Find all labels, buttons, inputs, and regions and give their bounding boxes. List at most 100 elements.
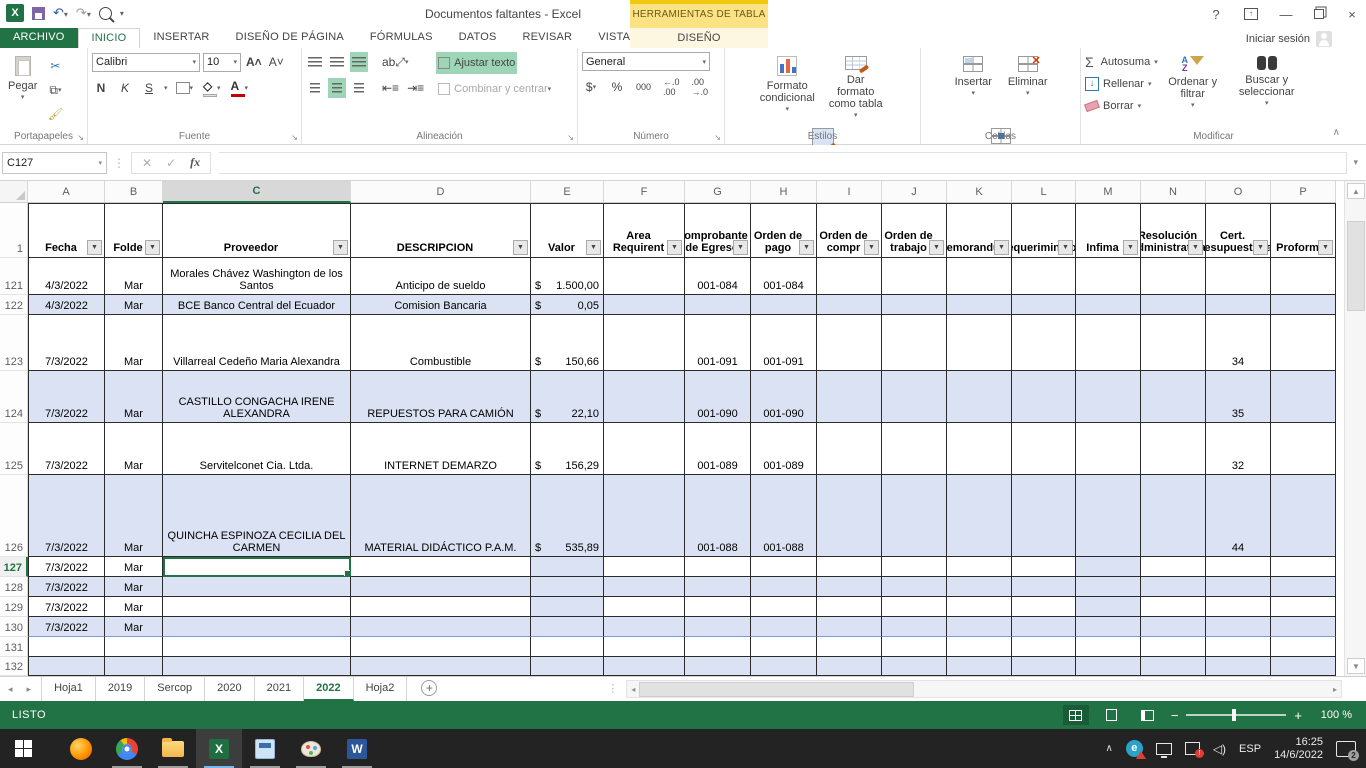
format-painter-icon[interactable]: 🖌	[46, 104, 65, 124]
cell-G121[interactable]: 001-084	[685, 258, 751, 295]
cell-D121[interactable]: Anticipo de sueldo	[351, 258, 531, 295]
cell-G126[interactable]: 001-088	[685, 475, 751, 557]
cell-C132[interactable]	[163, 657, 351, 676]
column-header-M[interactable]: M	[1076, 181, 1141, 203]
cell-B129[interactable]: Mar	[105, 597, 163, 617]
filter-dropdown-icon[interactable]: ▼	[586, 240, 601, 255]
zoom-slider-thumb[interactable]	[1232, 709, 1236, 721]
cell-P124[interactable]	[1271, 371, 1336, 423]
cell-M123[interactable]	[1076, 315, 1141, 371]
row-header-121[interactable]: 121	[0, 258, 28, 295]
filter-dropdown-icon[interactable]: ▼	[929, 240, 944, 255]
cell-O132[interactable]	[1206, 657, 1271, 676]
header-cell-J[interactable]: Orden de trabajo▼	[882, 203, 947, 258]
cell-M132[interactable]	[1076, 657, 1141, 676]
cell-L128[interactable]	[1012, 577, 1076, 597]
cell-M128[interactable]	[1076, 577, 1141, 597]
enter-icon[interactable]: ✓	[166, 156, 176, 170]
cell-H125[interactable]: 001-089	[751, 423, 817, 475]
row-header-1[interactable]: 1	[0, 203, 28, 258]
row-header-130[interactable]: 130	[0, 617, 28, 637]
clipboard-dialog-launcher[interactable]: ↘	[77, 133, 84, 142]
tab-diseno-tabla[interactable]: DISEÑO	[664, 29, 733, 44]
font-size-select[interactable]: 10▾	[203, 53, 241, 72]
cell-A131[interactable]	[28, 637, 105, 657]
cell-C126[interactable]: QUINCHA ESPINOZA CECILIA DEL CARMEN	[163, 475, 351, 557]
cell-O124[interactable]: 35	[1206, 371, 1271, 423]
taskbar-calculator[interactable]	[242, 729, 288, 768]
cell-G128[interactable]	[685, 577, 751, 597]
tab-inicio[interactable]: INICIO	[78, 28, 141, 48]
filter-dropdown-icon[interactable]: ▼	[87, 240, 102, 255]
cell-G124[interactable]: 001-090	[685, 371, 751, 423]
cell-L129[interactable]	[1012, 597, 1076, 617]
column-header-A[interactable]: A	[28, 181, 105, 203]
cell-N121[interactable]	[1141, 258, 1206, 295]
cell-D128[interactable]	[351, 577, 531, 597]
cell-G132[interactable]	[685, 657, 751, 676]
volume-icon[interactable]: ◁)	[1213, 742, 1226, 756]
column-header-G[interactable]: G	[685, 181, 751, 203]
cell-A132[interactable]	[28, 657, 105, 676]
cell-C125[interactable]: Servitelconet Cia. Ltda.	[163, 423, 351, 475]
header-cell-D[interactable]: DESCRIPCION▼	[351, 203, 531, 258]
cell-M125[interactable]	[1076, 423, 1141, 475]
align-right-icon[interactable]	[350, 78, 368, 98]
cell-P126[interactable]	[1271, 475, 1336, 557]
cell-E123[interactable]: $150,66	[531, 315, 604, 371]
cell-N131[interactable]	[1141, 637, 1206, 657]
zoom-level[interactable]: 100 %	[1312, 709, 1352, 721]
number-format-select[interactable]: General▾	[582, 52, 710, 71]
taskbar-paint[interactable]	[288, 729, 334, 768]
cell-N126[interactable]	[1141, 475, 1206, 557]
cell-B132[interactable]	[105, 657, 163, 676]
expand-formula-bar-icon[interactable]: ▾	[1353, 157, 1358, 168]
cell-J129[interactable]	[882, 597, 947, 617]
cell-M131[interactable]	[1076, 637, 1141, 657]
cell-N129[interactable]	[1141, 597, 1206, 617]
cell-A127[interactable]: 7/3/2022	[28, 557, 105, 577]
paste-button[interactable]: Pegar▾	[4, 52, 41, 124]
cell-B122[interactable]: Mar	[105, 295, 163, 315]
cell-F130[interactable]	[604, 617, 685, 637]
cell-P122[interactable]	[1271, 295, 1336, 315]
filter-dropdown-icon[interactable]: ▼	[145, 240, 160, 255]
row-header-127[interactable]: 127	[0, 557, 28, 577]
cell-K124[interactable]	[947, 371, 1012, 423]
cell-D129[interactable]	[351, 597, 531, 617]
start-button[interactable]	[0, 729, 46, 768]
column-header-F[interactable]: F	[604, 181, 685, 203]
cell-P123[interactable]	[1271, 315, 1336, 371]
cell-B128[interactable]: Mar	[105, 577, 163, 597]
formula-input[interactable]	[219, 152, 1347, 174]
cell-E122[interactable]: $0,05	[531, 295, 604, 315]
column-header-H[interactable]: H	[751, 181, 817, 203]
cell-F125[interactable]	[604, 423, 685, 475]
cell-O129[interactable]	[1206, 597, 1271, 617]
cell-E125[interactable]: $156,29	[531, 423, 604, 475]
vertical-scroll-thumb[interactable]	[1347, 221, 1365, 311]
cell-L121[interactable]	[1012, 258, 1076, 295]
filter-dropdown-icon[interactable]: ▼	[733, 240, 748, 255]
cell-I122[interactable]	[817, 295, 882, 315]
filter-dropdown-icon[interactable]: ▼	[1058, 240, 1073, 255]
grow-font-icon[interactable]: A˄	[244, 52, 264, 72]
header-cell-L[interactable]: Requerimineto▼	[1012, 203, 1076, 258]
column-header-L[interactable]: L	[1012, 181, 1076, 203]
cell-A126[interactable]: 7/3/2022	[28, 475, 105, 557]
cell-N128[interactable]	[1141, 577, 1206, 597]
conditional-formatting-button[interactable]: Formato condicional▾	[756, 52, 818, 124]
cell-L123[interactable]	[1012, 315, 1076, 371]
zoom-in-icon[interactable]: +	[1294, 708, 1302, 723]
row-header-122[interactable]: 122	[0, 295, 28, 315]
increase-indent-icon[interactable]: ⇥≡	[405, 78, 426, 98]
wrap-text-button[interactable]: Ajustar texto	[436, 52, 517, 74]
cell-D125[interactable]: INTERNET DEMARZO	[351, 423, 531, 475]
cell-L125[interactable]	[1012, 423, 1076, 475]
cell-H121[interactable]: 001-084	[751, 258, 817, 295]
header-cell-I[interactable]: Orden de compr▼	[817, 203, 882, 258]
sheet-tab-2021[interactable]: 2021	[255, 677, 304, 701]
cell-M121[interactable]	[1076, 258, 1141, 295]
cell-P131[interactable]	[1271, 637, 1336, 657]
formula-bar-splitter[interactable]: ⋮	[113, 156, 125, 170]
